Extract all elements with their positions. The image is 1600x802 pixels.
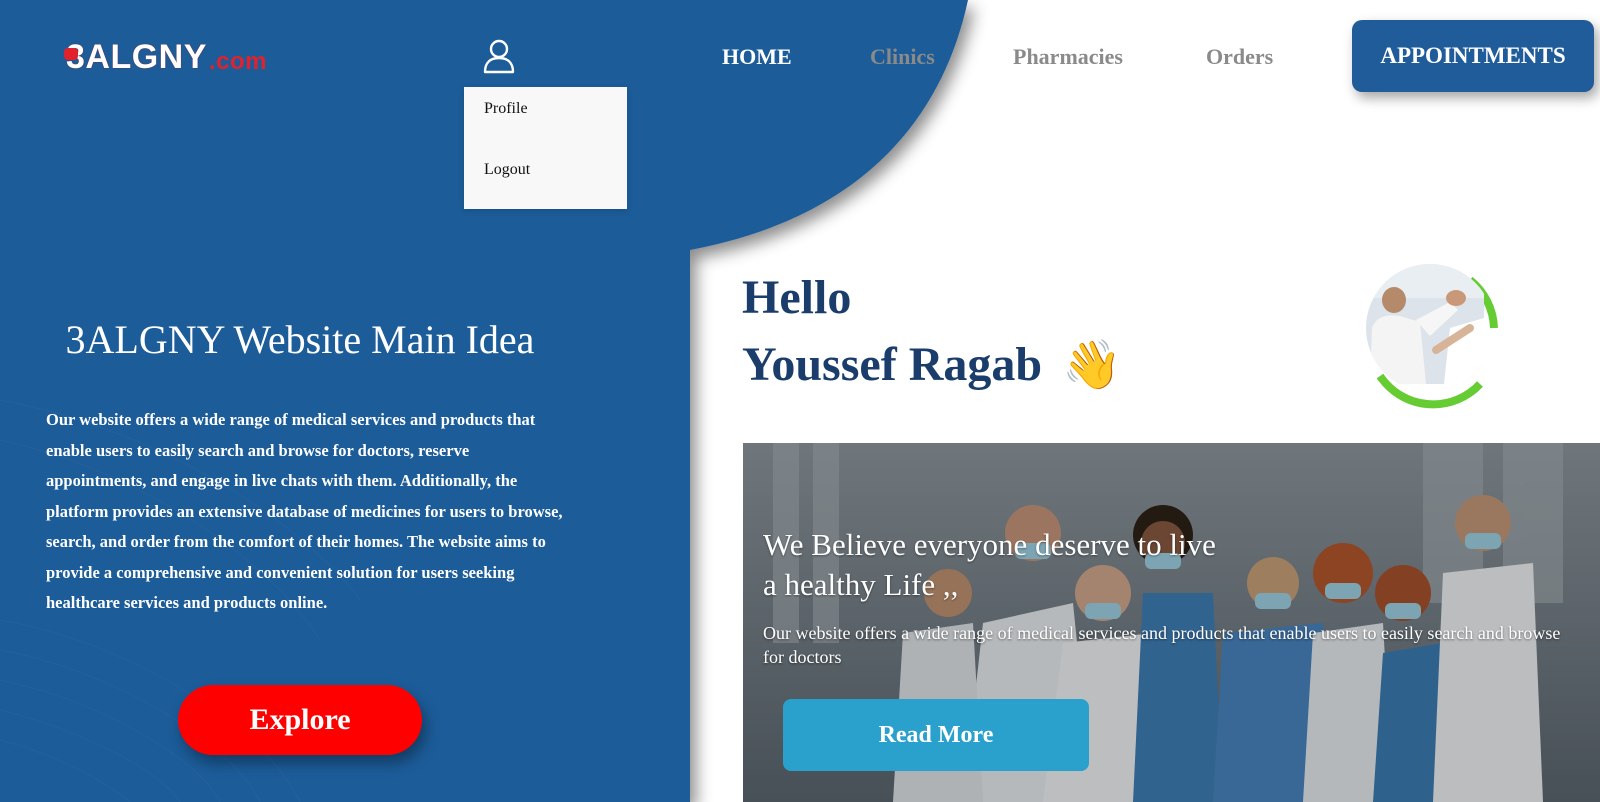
nav-clinics[interactable]: Clinics <box>870 44 935 70</box>
user-icon[interactable] <box>482 38 516 74</box>
hero-banner: We Believe everyone deserve to live a he… <box>743 443 1600 802</box>
user-dropdown-menu: Profile Logout <box>464 87 627 209</box>
read-more-button[interactable]: Read More <box>783 699 1089 771</box>
doctor-image <box>1366 264 1498 409</box>
dropdown-item-logout[interactable]: Logout <box>484 161 530 179</box>
appointments-button[interactable]: APPOINTMENTS <box>1352 20 1594 92</box>
nav-home[interactable]: HOME <box>722 44 792 70</box>
waving-hand-icon: 👋 <box>1062 339 1122 392</box>
dropdown-item-profile[interactable]: Profile <box>484 100 528 118</box>
user-name-text: Youssef Ragab <box>742 338 1043 391</box>
logo-text: 3ALGNY <box>66 37 207 76</box>
site-logo[interactable]: 3ALGNY .com <box>64 34 267 80</box>
nav-pharmacies[interactable]: Pharmacies <box>1013 44 1123 70</box>
page: 3ALGNY .com Profile Logout HOME Clinics … <box>0 0 1600 802</box>
nav-orders[interactable]: Orders <box>1206 44 1273 70</box>
banner-text: Our website offers a wide range of medic… <box>763 623 1561 667</box>
logo-suffix: .com <box>208 48 267 75</box>
main-idea-description: Our website offers a wide range of medic… <box>46 410 563 612</box>
greeting-name: Youssef Ragab 👋 <box>742 336 1122 393</box>
explore-button[interactable]: Explore <box>178 685 422 755</box>
greeting-hello: Hello <box>742 271 852 324</box>
banner-heading: We Believe everyone deserve to live a he… <box>763 527 1216 602</box>
medical-bag-icon <box>64 48 78 60</box>
main-idea-title: 3ALGNY Website Main Idea <box>65 317 535 362</box>
